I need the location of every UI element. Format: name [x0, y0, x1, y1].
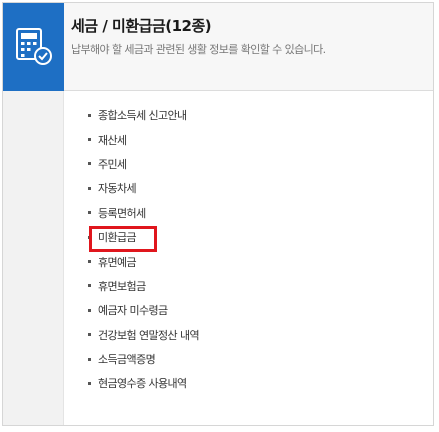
bullet-icon — [88, 186, 91, 190]
bullet-icon — [88, 284, 91, 288]
panel-header: 세금 / 미환급금(12종) 납부해야 할 세금과 관련된 생활 정보를 확인할… — [64, 3, 433, 91]
list-item-registration-license-tax[interactable]: 등록면허세 — [86, 201, 199, 225]
list-item-dormant-deposit[interactable]: 휴면예금 — [86, 249, 199, 273]
service-list: 종합소득세 신고안내 재산세 주민세 자동차세 등록면허세 미환급금 휴면예금 — [86, 103, 200, 396]
list-item-dormant-insurance[interactable]: 휴면보험금 — [86, 274, 199, 298]
list-item-label: 주민세 — [98, 157, 127, 171]
list-item-label: 휴면예금 — [98, 255, 137, 269]
category-icon-tile — [3, 3, 64, 91]
list-item-unclaimed-depositor-funds[interactable]: 예금자 미수령금 — [86, 298, 199, 322]
tax-refund-panel: 세금 / 미환급금(12종) 납부해야 할 세금과 관련된 생활 정보를 확인할… — [2, 2, 434, 426]
list-item-cash-receipt-history[interactable]: 현금영수증 사용내역 — [86, 371, 199, 395]
bullet-icon — [88, 235, 91, 239]
list-item-label: 소득금액증명 — [98, 353, 156, 367]
list-item-label: 미환급금 — [98, 231, 137, 245]
calculator-check-icon — [15, 28, 52, 65]
left-strip — [3, 91, 64, 425]
list-item-vehicle-tax[interactable]: 자동차세 — [86, 176, 199, 200]
list-item-income-certificate[interactable]: 소득금액증명 — [86, 347, 199, 371]
list-item-comprehensive-income-tax[interactable]: 종합소득세 신고안내 — [86, 103, 199, 127]
bullet-icon — [88, 333, 91, 337]
bullet-icon — [88, 162, 91, 166]
page-description: 납부해야 할 세금과 관련된 생활 정보를 확인할 수 있습니다. — [71, 43, 326, 56]
bullet-icon — [88, 308, 91, 312]
list-item-label: 현금영수증 사용내역 — [98, 377, 187, 391]
list-item-label: 종합소득세 신고안내 — [98, 109, 187, 123]
bullet-icon — [88, 138, 91, 142]
bullet-icon — [88, 357, 91, 361]
bullet-icon — [88, 260, 91, 264]
list-item-resident-tax[interactable]: 주민세 — [86, 152, 199, 176]
list-item-label: 휴면보험금 — [98, 279, 146, 293]
list-item-label: 예금자 미수령금 — [98, 304, 168, 318]
bullet-icon — [88, 381, 91, 385]
bullet-icon — [88, 113, 91, 117]
list-item-label: 건강보험 연말정산 내역 — [98, 328, 200, 342]
list-item-unrefunded-amount[interactable]: 미환급금 — [86, 225, 199, 253]
bullet-icon — [88, 211, 91, 215]
list-item-label: 등록면허세 — [98, 206, 146, 220]
list-item-label: 자동차세 — [98, 182, 137, 196]
list-item-property-tax[interactable]: 재산세 — [86, 127, 199, 151]
list-item-label: 재산세 — [98, 133, 127, 147]
list-item-health-insurance-settlement[interactable]: 건강보험 연말정산 내역 — [86, 323, 200, 347]
page-title: 세금 / 미환급금(12종) — [71, 17, 212, 35]
